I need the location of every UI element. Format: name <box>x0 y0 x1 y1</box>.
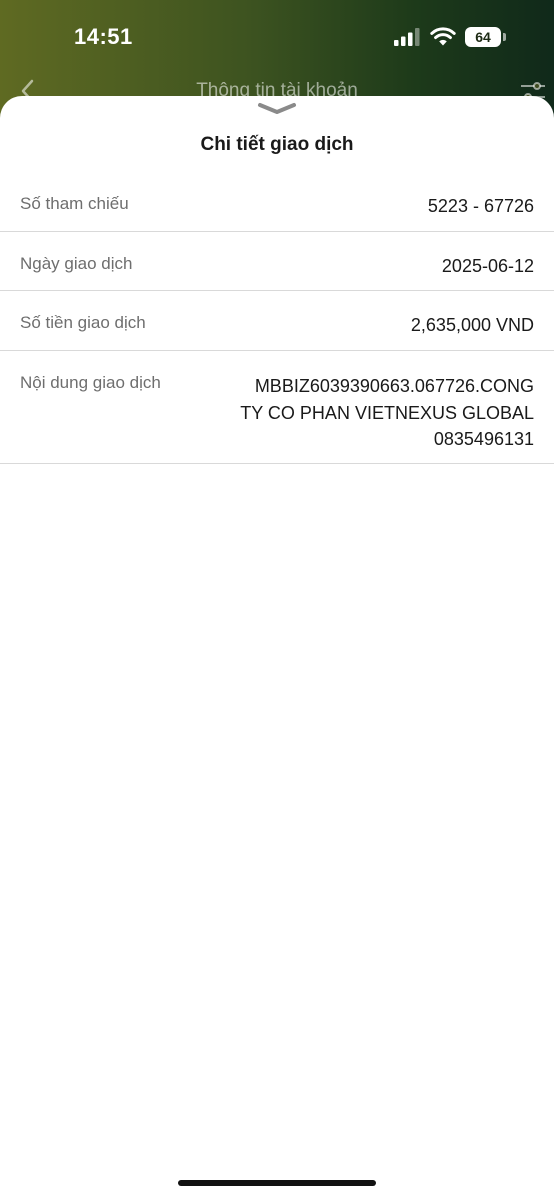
description-line: TY CO PHAN VIETNEXUS GLOBAL <box>240 402 534 423</box>
amount-label: Số tiền giao dịch <box>20 313 146 332</box>
battery-icon: 64 <box>465 27 507 47</box>
detail-list: Số tham chiếu 5223 - 67726 Ngày giao dịc… <box>0 172 554 464</box>
cellular-signal-icon <box>394 28 420 46</box>
status-bar: 14:51 64 <box>0 0 554 76</box>
sheet-title: Chi tiết giao dịch <box>200 134 354 155</box>
battery-cap <box>503 33 506 41</box>
description-label: Nội dung giao dịch <box>20 373 161 392</box>
detail-row-date: Ngày giao dịch 2025-06-12 <box>0 232 554 291</box>
drag-handle-chevron-icon[interactable] <box>256 102 298 116</box>
detail-row-description: Nội dung giao dịch MBBIZ6039390663.06772… <box>0 351 554 464</box>
detail-row-reference: Số tham chiếu 5223 - 67726 <box>0 172 554 232</box>
home-indicator[interactable] <box>178 1180 376 1186</box>
detail-row-amount: Số tiền giao dịch 2,635,000 VND <box>0 291 554 351</box>
description-line: MBBIZ6039390663.067726.CONG <box>254 376 534 396</box>
status-time: 14:51 <box>74 24 133 49</box>
reference-label: Số tham chiếu <box>20 194 129 213</box>
date-label: Ngày giao dịch <box>20 254 133 273</box>
transaction-detail-sheet: Chi tiết giao dịch Số tham chiếu 5223 - … <box>0 96 554 1200</box>
battery-level: 64 <box>475 29 491 45</box>
reference-value: 5223 - 67726 <box>427 196 534 216</box>
description-line: 0835496131 <box>433 429 534 449</box>
wifi-icon <box>430 27 456 46</box>
battery-body: 64 <box>465 27 501 47</box>
date-value: 2025-06-12 <box>441 256 534 276</box>
description-value: MBBIZ6039390663.067726.CONG TY CO PHAN V… <box>204 373 534 453</box>
amount-value: 2,635,000 VND <box>410 315 534 335</box>
